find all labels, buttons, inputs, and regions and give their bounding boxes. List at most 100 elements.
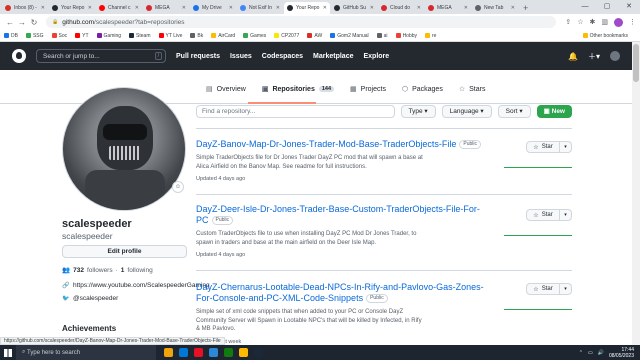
bookmark-item[interactable]: Games [243,33,266,39]
star-button[interactable]: ☆ Star [526,141,560,153]
bookmark-item[interactable]: Bk [190,33,203,39]
tab-overview[interactable]: ▤ Overview [200,82,252,96]
repo-title-link[interactable]: DayZ-Deer-Isle-Dr-Jones-Trader-Base-Cust… [196,204,480,225]
star-list-dropdown[interactable]: ▾ [560,141,572,153]
network-icon[interactable]: ▭ [588,350,593,356]
bookmark-item[interactable]: AW [307,33,322,39]
browser-tab[interactable]: Cloud do ✕ [378,2,424,14]
menu-icon[interactable]: ⋮ [629,18,636,27]
edit-profile-button[interactable]: Edit profile [62,245,187,258]
star-list-dropdown[interactable]: ▾ [560,283,572,295]
page-scrollbar-thumb[interactable] [633,44,639,82]
taskbar-app-icon[interactable] [239,348,248,357]
share-icon[interactable]: ⇪ [565,18,571,27]
bookmark-item[interactable]: DB [4,33,18,39]
browser-tab[interactable]: Not Exif In ✕ [237,2,283,14]
notifications-bell-icon[interactable]: 🔔 [568,52,578,61]
bookmark-item[interactable]: ai [376,33,388,39]
create-new-plus-icon[interactable]: ＋▾ [588,51,600,62]
bookmark-item[interactable]: Steam [129,33,151,39]
profile-avatar-large[interactable] [62,87,186,211]
close-tab-icon[interactable]: ✕ [464,5,468,11]
github-search-input[interactable]: Search or jump to... / [36,49,166,63]
github-logo-icon[interactable] [12,49,26,63]
tab-repositories[interactable]: ▣ Repositories 144 [256,82,340,96]
taskbar-app-icon[interactable] [194,348,203,357]
close-tab-icon[interactable]: ✕ [135,5,139,11]
set-status-icon[interactable]: ☺ [172,181,184,193]
browser-tab[interactable]: Channel c ✕ [96,2,142,14]
bookmark-star-icon[interactable]: ☆ [577,18,583,27]
browser-tab[interactable]: New Tab ✕ [472,2,518,14]
star-list-dropdown[interactable]: ▾ [560,209,572,221]
other-bookmarks[interactable]: Other bookmarks [582,33,628,39]
close-tab-icon[interactable]: ✕ [323,5,327,11]
taskbar-search-box[interactable]: ⌕ Type here to search [16,345,156,360]
forward-icon[interactable]: → [16,18,28,27]
browser-tab[interactable]: My Drive ✕ [190,2,236,14]
language-filter-button[interactable]: Language ▾ [441,105,492,118]
browser-tab[interactable]: Inbox (8) - ✕ [2,2,48,14]
taskbar-app-icon[interactable] [179,348,188,357]
user-avatar-menu[interactable] [610,51,620,61]
close-tab-icon[interactable]: ✕ [276,5,280,11]
repo-title-link[interactable]: DayZ-Banov-Map-Dr-Jones-Trader-Mod-Base-… [196,139,456,149]
tab-projects[interactable]: ▦ Projects [344,82,392,96]
browser-tab[interactable]: GitHub Su ✕ [331,2,377,14]
tray-chevron-icon[interactable]: ⌃ [579,350,583,356]
nav-issues[interactable]: Issues [230,53,252,60]
bookmark-item[interactable]: Hobby [395,33,417,39]
nav-pull-requests[interactable]: Pull requests [176,53,220,60]
new-repository-button[interactable]: ▣ New [536,105,572,118]
tab-packages[interactable]: ⬡ Packages [396,82,449,96]
profile-avatar[interactable] [614,17,623,27]
taskbar-app-icon[interactable] [209,348,218,357]
nav-explore[interactable]: Explore [363,53,389,60]
browser-tab[interactable]: MEGA ✕ [425,2,471,14]
bookmark-item[interactable]: YT [75,33,89,39]
bookmark-item[interactable]: Gaming [96,33,121,39]
nav-codespaces[interactable]: Codespaces [262,53,303,60]
sort-button[interactable]: Sort ▾ [497,105,531,118]
taskbar-app-icon[interactable] [224,348,233,357]
close-tab-icon[interactable]: ✕ [511,5,515,11]
browser-tab[interactable]: Your Repo ✕ [49,2,95,14]
bookmark-item[interactable]: SSG [25,33,44,39]
url-field[interactable]: 🔒 github.com/scalespeeder?tab=repositori… [46,16,556,28]
taskbar-app-icon[interactable] [254,348,263,357]
followers-label[interactable]: followers [87,267,113,274]
website-link[interactable]: https://www.youtube.com/ScalespeederGami… [73,282,210,290]
bookmark-item[interactable]: re [425,33,436,39]
type-filter-button[interactable]: Type ▾ [400,105,436,118]
find-repository-input[interactable]: Find a repository... [196,105,395,118]
browser-tab[interactable]: Your Repo ✕ [284,2,330,14]
star-button[interactable]: ☆ Star [526,209,560,221]
maximize-button[interactable]: ▢ [596,0,618,14]
bookmark-item[interactable]: Soc [51,33,67,39]
following-count[interactable]: 1 [121,267,125,274]
back-icon[interactable]: ← [4,18,16,27]
taskbar-app-icon[interactable] [164,348,173,357]
following-label[interactable]: following [127,267,152,274]
clock[interactable]: 17:44 08/05/2023 [609,347,634,359]
page-scrollbar[interactable] [632,42,640,345]
bookmark-item[interactable]: AirCard [211,33,235,39]
bookmark-item[interactable]: YT Live [158,33,182,39]
volume-icon[interactable]: 🔊 [598,350,604,356]
reload-icon[interactable]: ↻ [28,18,40,27]
close-tab-icon[interactable]: ✕ [229,5,233,11]
star-button[interactable]: ☆ Star [526,283,560,295]
close-tab-icon[interactable]: ✕ [182,5,186,11]
nav-marketplace[interactable]: Marketplace [313,53,353,60]
close-tab-icon[interactable]: ✕ [417,5,421,11]
bookmark-item[interactable]: CP2077 [274,33,299,39]
followers-count[interactable]: 732 [73,267,84,274]
close-tab-icon[interactable]: ✕ [41,5,45,11]
close-tab-icon[interactable]: ✕ [88,5,92,11]
new-tab-button[interactable]: + [523,2,528,14]
repo-title-link[interactable]: DayZ-Chernarus-Lootable-Dead-NPCs-In-Rif… [196,282,484,303]
sidebar-icon[interactable]: ▥ [601,18,608,27]
extensions-icon[interactable]: ✱ [590,18,596,27]
minimize-button[interactable]: — [574,0,596,14]
browser-tab[interactable]: MEGA ✕ [143,2,189,14]
